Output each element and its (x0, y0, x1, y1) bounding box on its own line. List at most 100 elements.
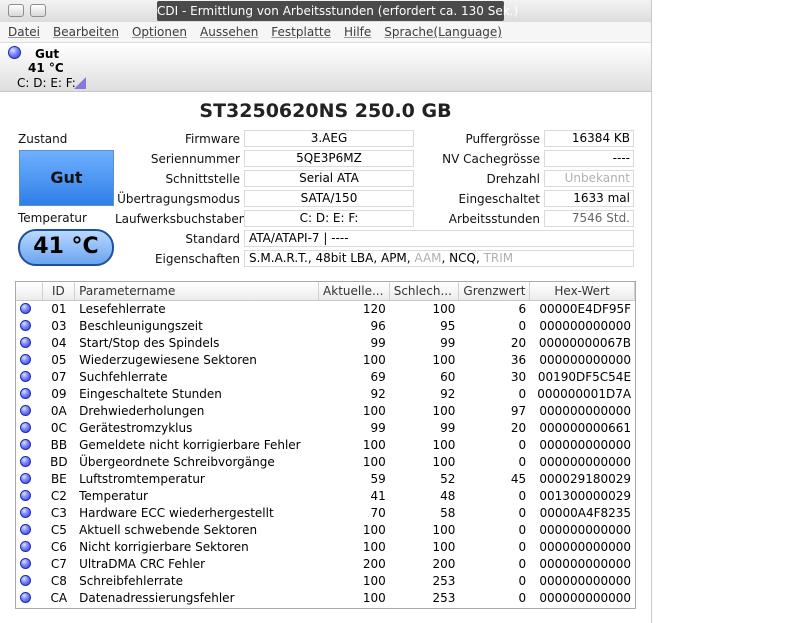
cell-threshold: 6 (518, 302, 527, 316)
col-header-threshold[interactable]: Grenzwert (459, 282, 531, 300)
cell-name: Gerätestromzyklus (79, 421, 193, 435)
disk-tab-letters: C: D: E: F: (17, 76, 76, 90)
cell-threshold: 0 (518, 506, 527, 520)
table-row[interactable]: BE Luftstromtemperatur 59 52 45 000029180029 (16, 471, 635, 488)
cell-name: Übergeordnete Schreibvorgänge (79, 455, 275, 469)
table-row[interactable]: C5 Aktuell schwebende Sektoren 100 100 0 0000… (16, 522, 635, 539)
cell-worst: 58 (440, 506, 456, 520)
cell-current: 100 (362, 591, 386, 605)
disk-tab-corner-icon (74, 77, 86, 89)
menu-festplatte[interactable]: Festplatte (271, 25, 331, 39)
serial-value: 5QE3P6MZ (244, 150, 414, 167)
health-status-button[interactable]: Gut (19, 150, 114, 206)
cell-id: 05 (51, 353, 67, 367)
cell-current: 99 (370, 421, 386, 435)
cell-name: Beschleunigungszeit (79, 319, 203, 333)
table-row[interactable]: C3 Hardware ECC wiederhergestellt 70 58 0 000… (16, 505, 635, 522)
table-row[interactable]: 05 Wiederzugewiesene Sektoren 100 100 36 0000… (16, 352, 635, 369)
cell-name: Aktuell schwebende Sektoren (79, 523, 258, 537)
rpm-value: Unbekannt (544, 170, 634, 187)
table-row[interactable]: 0A Drehwiederholungen 100 100 97 000000000000 (16, 403, 635, 420)
status-dot-icon (20, 405, 31, 416)
col-header-worst[interactable]: Schlech... (390, 282, 460, 300)
temperature-button[interactable]: 41 °C (18, 229, 114, 266)
status-dot-icon (20, 575, 31, 586)
firmware-value: 3.AEG (244, 130, 414, 147)
cell-raw: 000000000000 (539, 353, 632, 367)
menu-hilfe[interactable]: Hilfe (344, 25, 371, 39)
cell-current: 99 (370, 336, 386, 350)
cell-id: C8 (50, 574, 67, 588)
cell-worst: 100 (432, 523, 456, 537)
window-controls (8, 4, 46, 17)
status-dot-icon (20, 541, 31, 552)
cell-raw: 000000000000 (539, 438, 632, 452)
status-dot-icon (20, 558, 31, 569)
cell-worst: 100 (432, 438, 456, 452)
cell-raw: 000000000000 (539, 319, 632, 333)
col-header-current[interactable]: Aktuelle... (319, 282, 390, 300)
table-row[interactable]: C6 Nicht korrigierbare Sektoren 100 100 0 000… (16, 539, 635, 556)
cell-threshold: 0 (518, 438, 527, 452)
table-row[interactable]: CA Datenadressierungsfehler 100 253 0 0000000… (16, 590, 635, 607)
cell-name: Hardware ECC wiederhergestellt (79, 506, 274, 520)
table-row[interactable]: BB Gemeldete nicht korrigierbare Fehler 10… (16, 437, 635, 454)
cell-threshold: 0 (518, 319, 527, 333)
cell-raw: 000000000661 (539, 421, 632, 435)
cell-current: 70 (370, 506, 386, 520)
table-row[interactable]: 09 Eingeschaltete Stunden 92 92 0 000000001D7… (16, 386, 635, 403)
menu-datei[interactable]: Datei (8, 25, 40, 39)
cell-current: 41 (370, 489, 386, 503)
cell-raw: 00000E4DF95F (539, 302, 632, 316)
cell-current: 120 (362, 302, 386, 316)
menu-bar: Datei Bearbeiten Optionen Aussehen Festp… (0, 22, 651, 43)
status-dot-icon (20, 439, 31, 450)
feature-trim: TRIM (483, 251, 514, 265)
col-header-id[interactable]: ID (43, 282, 76, 300)
menu-bearbeiten[interactable]: Bearbeiten (53, 25, 119, 39)
table-row[interactable]: 01 Lesefehlerrate 120 100 6 00000E4DF95F (16, 301, 635, 318)
status-dot-icon (20, 371, 31, 382)
col-header-status[interactable] (16, 282, 43, 300)
cell-raw: 001300000029 (539, 489, 632, 503)
cell-worst: 200 (432, 557, 456, 571)
cell-current: 100 (362, 540, 386, 554)
cell-worst: 100 (432, 302, 456, 316)
cell-name: Drehwiederholungen (79, 404, 205, 418)
table-body: 01 Lesefehlerrate 120 100 6 00000E4DF95F 03 Bes… (16, 301, 635, 607)
col-header-name[interactable]: Parametername (75, 282, 320, 300)
cell-worst: 100 (432, 455, 456, 469)
table-row[interactable]: C8 Schreibfehlerrate 100 253 0 000000000000 (16, 573, 635, 590)
cell-id: 07 (51, 370, 67, 384)
table-row[interactable]: 04 Start/Stop des Spindels 99 99 20 000000000… (16, 335, 635, 352)
menu-optionen[interactable]: Optionen (132, 25, 187, 39)
cell-raw: 000029180029 (539, 472, 632, 486)
interface-label: Schnittstelle (165, 172, 240, 186)
col-header-raw[interactable]: Hex-Wert (530, 282, 635, 300)
menu-sprache[interactable]: Sprache(Language) (384, 25, 502, 39)
features-active: S.M.A.R.T., 48bit LBA, APM, (249, 251, 415, 265)
cell-threshold: 0 (518, 540, 527, 554)
window-close-button[interactable] (8, 4, 24, 17)
table-row[interactable]: 03 Beschleunigungszeit 96 95 0 000000000000 (16, 318, 635, 335)
drive-letters-value: C: D: E: F: (244, 210, 414, 227)
table-row[interactable]: BD Übergeordnete Schreibvorgänge 100 100 0 00… (16, 454, 635, 471)
zustand-label: Zustand (18, 132, 68, 146)
table-row[interactable]: C2 Temperatur 41 48 0 001300000029 (16, 488, 635, 505)
status-dot-icon (20, 422, 31, 433)
cell-threshold: 0 (518, 523, 527, 537)
cell-threshold: 0 (518, 455, 527, 469)
status-dot-icon (20, 592, 31, 603)
window-minimize-button[interactable] (30, 4, 46, 17)
table-row[interactable]: 0C Gerätestromzyklus 99 99 20 000000000661 (16, 420, 635, 437)
title-bar: CDI - Ermittlung von Arbeitsstunden (erf… (0, 0, 651, 23)
table-row[interactable]: 07 Suchfehlerrate 69 60 30 00190DF5C54E (16, 369, 635, 386)
table-header: ID Parametername Aktuelle... Schlech... … (16, 282, 635, 301)
cell-current: 69 (370, 370, 386, 384)
menu-aussehen[interactable]: Aussehen (200, 25, 258, 39)
cell-raw: 000000000000 (539, 523, 632, 537)
cell-current: 100 (362, 574, 386, 588)
table-row[interactable]: C7 UltraDMA CRC Fehler 200 200 0 000000000000 (16, 556, 635, 573)
cell-worst: 253 (432, 574, 456, 588)
cell-name: Luftstromtemperatur (79, 472, 205, 486)
